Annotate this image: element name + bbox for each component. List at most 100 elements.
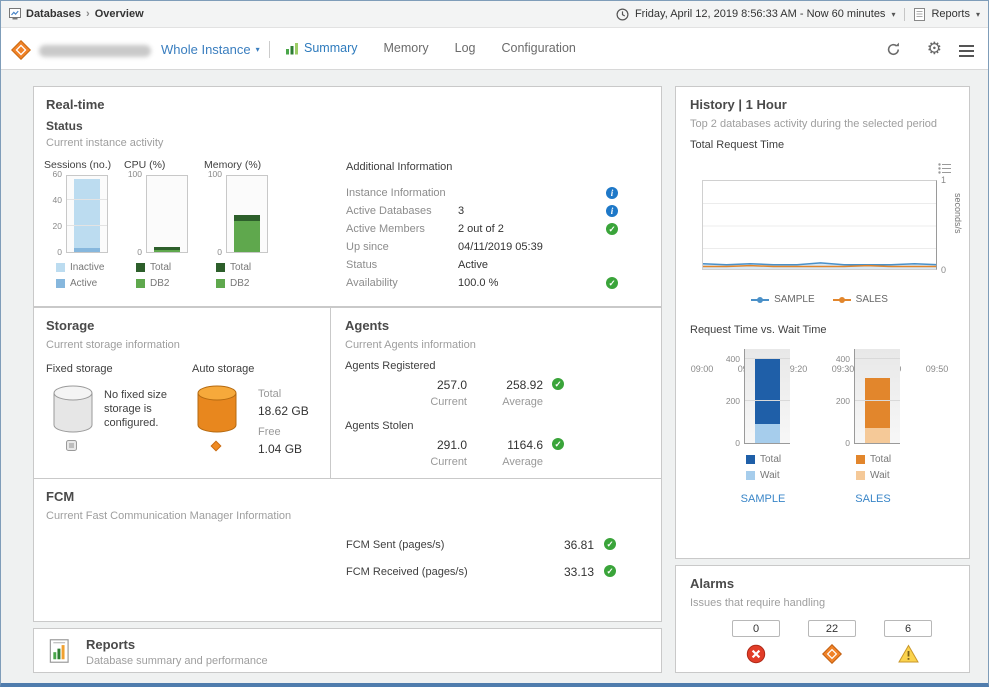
summary-icon bbox=[285, 41, 299, 55]
realtime-panel: Real-time Status Current instance activi… bbox=[33, 86, 662, 307]
info-icon[interactable] bbox=[606, 187, 618, 199]
fatal-count-value: 0 bbox=[753, 623, 759, 635]
y-axis: 0200400 bbox=[720, 349, 744, 444]
info-row-value: 2 out of 2 bbox=[458, 223, 504, 235]
tab-memory[interactable]: Memory bbox=[383, 41, 428, 55]
warning-count-value: 6 bbox=[905, 623, 911, 635]
request-vs-wait-label: Request Time vs. Wait Time bbox=[690, 324, 827, 336]
agents-title: Agents bbox=[345, 318, 389, 333]
sales-request-wait-chart[interactable]: 0200400 TotalWait SALES bbox=[830, 347, 916, 505]
memory-chart: Memory (%) 0100 TotalDB2 bbox=[204, 159, 284, 294]
fcm-received-label: FCM Received (pages/s) bbox=[346, 566, 468, 578]
fixed-storage-message: No fixed size storage is configured. bbox=[104, 388, 192, 430]
info-row-value: 04/11/2019 05:39 bbox=[458, 241, 543, 253]
time-range-selector[interactable]: Friday, April 12, 2019 8:56:33 AM - Now … bbox=[635, 8, 885, 20]
info-row-label: Up since bbox=[346, 241, 389, 253]
agents-panel: Agents Current Agents information Agents… bbox=[330, 307, 662, 479]
reports-panel-subtitle: Database summary and performance bbox=[86, 655, 268, 667]
scope-selector[interactable]: Whole Instance ▾ bbox=[161, 42, 260, 57]
tab-log-label: Log bbox=[455, 41, 476, 55]
info-row-label: Status bbox=[346, 259, 377, 271]
sample-database-link[interactable]: SAMPLE bbox=[720, 493, 806, 505]
info-row-label: Active Databases bbox=[346, 205, 432, 217]
reports-panel-icon bbox=[48, 638, 74, 664]
agents-stolen-current: 291.0 bbox=[391, 438, 467, 452]
chart-plot bbox=[744, 349, 790, 444]
reports-panel-title[interactable]: Reports bbox=[86, 637, 135, 652]
alarms-panel: Alarms Issues that require handling 0 22… bbox=[675, 565, 970, 673]
additional-info-title: Additional Information bbox=[346, 161, 452, 173]
chart-menu-icon[interactable] bbox=[938, 163, 951, 174]
info-row-label: Availability bbox=[346, 277, 398, 289]
reports-menu[interactable]: Reports bbox=[931, 8, 970, 20]
y-axis: 0204060 bbox=[44, 175, 66, 253]
tab-configuration[interactable]: Configuration bbox=[502, 41, 576, 55]
tab-summary[interactable]: Summary bbox=[285, 41, 357, 55]
storage-title: Storage bbox=[46, 318, 94, 333]
current-label: Current bbox=[391, 456, 467, 468]
y-axis: 0200400 bbox=[830, 349, 854, 444]
gear-icon[interactable]: ⚙ bbox=[927, 40, 942, 57]
sample-request-wait-chart[interactable]: 0200400 TotalWait SAMPLE bbox=[720, 347, 806, 505]
sales-database-link[interactable]: SALES bbox=[830, 493, 916, 505]
reports-caret-icon[interactable]: ▾ bbox=[976, 10, 980, 19]
agents-stolen-average: 1164.6 bbox=[481, 438, 543, 452]
menu-icon[interactable] bbox=[959, 42, 974, 60]
warning-alarm-icon[interactable] bbox=[898, 644, 919, 664]
info-row-label: Instance Information bbox=[346, 187, 446, 199]
stacked-bar bbox=[154, 247, 180, 252]
chart-plot bbox=[66, 175, 108, 253]
line-chart-legend: SAMPLESALES bbox=[702, 294, 937, 305]
agents-registered-label: Agents Registered bbox=[345, 360, 436, 372]
header-divider bbox=[269, 41, 270, 58]
time-range-caret-icon[interactable]: ▾ bbox=[891, 10, 895, 19]
alarms-title: Alarms bbox=[690, 576, 734, 591]
total-request-time-chart[interactable] bbox=[702, 180, 937, 270]
fixed-storage-cylinder-icon bbox=[50, 384, 96, 434]
y-axis: 0100 bbox=[124, 175, 146, 253]
stacked-bar bbox=[234, 215, 260, 252]
fatal-alarm-icon[interactable] bbox=[746, 644, 766, 664]
breadcrumb-current: Overview bbox=[95, 8, 144, 20]
storage-subtitle: Current storage information bbox=[46, 339, 180, 351]
critical-alarm-count[interactable]: 22 bbox=[808, 620, 856, 637]
app-window: Databases › Overview Friday, April 12, 2… bbox=[0, 0, 989, 687]
sessions-chart: Sessions (no.) 0204060 InactiveActive bbox=[44, 159, 124, 294]
agents-stolen-label: Agents Stolen bbox=[345, 420, 414, 432]
ok-status-icon bbox=[604, 538, 616, 550]
auto-storage-cylinder-icon bbox=[194, 384, 240, 434]
reports-icon bbox=[914, 8, 925, 21]
history-panel: History | 1 Hour Top 2 databases activit… bbox=[675, 86, 970, 559]
chart-legend: TotalWait bbox=[720, 454, 806, 481]
fatal-alarm-count[interactable]: 0 bbox=[732, 620, 780, 637]
status-subtitle: Current instance activity bbox=[46, 137, 163, 149]
databases-icon bbox=[9, 8, 21, 20]
refresh-icon[interactable] bbox=[885, 41, 902, 58]
ok-status-icon bbox=[552, 438, 564, 450]
reports-panel[interactable]: Reports Database summary and performance bbox=[33, 628, 662, 673]
instance-name-blurred bbox=[39, 45, 151, 57]
chart-legend: TotalWait bbox=[830, 454, 916, 481]
info-icon[interactable] bbox=[606, 205, 618, 217]
critical-alarm-icon[interactable] bbox=[822, 644, 842, 664]
agents-subtitle: Current Agents information bbox=[345, 339, 476, 351]
auto-total-label: Total bbox=[258, 388, 281, 400]
instance-icon bbox=[11, 40, 31, 60]
tab-log[interactable]: Log bbox=[455, 41, 476, 55]
breadcrumb: Databases › Overview bbox=[9, 1, 144, 27]
info-row-value: Active bbox=[458, 259, 488, 271]
fixed-storage-label: Fixed storage bbox=[46, 363, 113, 375]
auto-storage-label: Auto storage bbox=[192, 363, 254, 375]
breadcrumb-databases[interactable]: Databases bbox=[26, 8, 81, 20]
warning-alarm-count[interactable]: 6 bbox=[884, 620, 932, 637]
topbar-divider bbox=[904, 8, 905, 21]
tab-configuration-label: Configuration bbox=[502, 41, 576, 55]
agents-registered-average: 258.92 bbox=[481, 378, 543, 392]
ok-status-icon bbox=[604, 565, 616, 577]
breadcrumb-separator: › bbox=[86, 8, 90, 20]
alarms-subtitle: Issues that require handling bbox=[690, 597, 825, 609]
info-row-label: Active Members bbox=[346, 223, 425, 235]
auto-free-value: 1.04 GB bbox=[258, 442, 302, 456]
auto-free-label: Free bbox=[258, 426, 281, 438]
stacked-bar bbox=[755, 359, 780, 443]
